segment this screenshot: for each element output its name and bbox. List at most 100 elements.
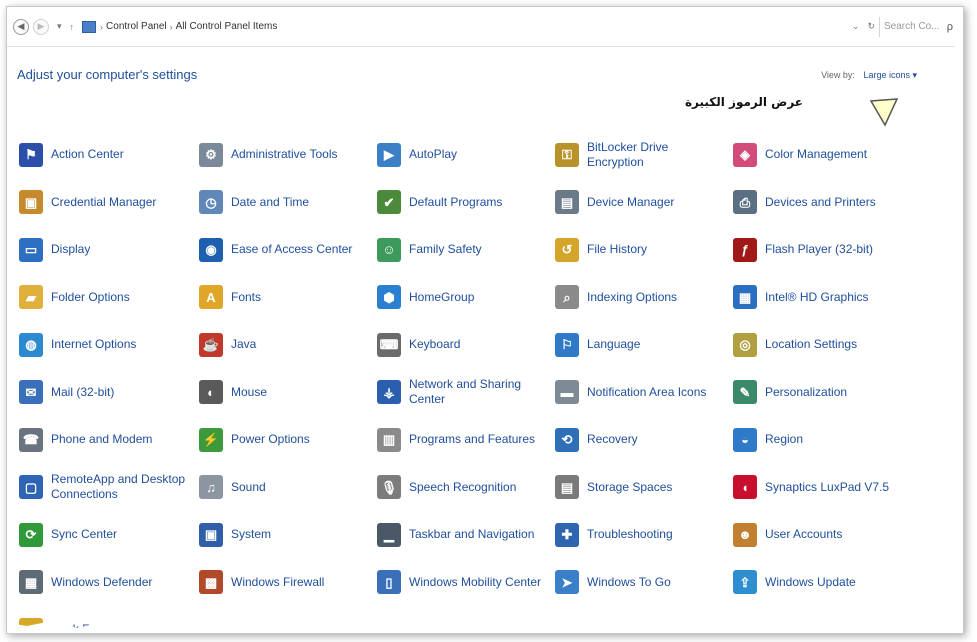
control-panel-item[interactable]: ▰ Folder Options (19, 274, 199, 322)
control-panel-icon (82, 20, 97, 33)
control-panel-item[interactable]: ☺ Family Safety (377, 226, 555, 274)
control-panel-item[interactable]: ▦ Intel® HD Graphics (733, 274, 923, 322)
control-panel-item[interactable]: ▶ AutoPlay (377, 131, 555, 179)
control-panel-item[interactable]: A Fonts (199, 274, 377, 322)
control-panel-item-label: AutoPlay (409, 147, 458, 162)
control-panel-item-label: Mail (32-bit) (51, 384, 115, 399)
control-panel-item[interactable]: ▭ Display (19, 226, 199, 274)
breadcrumb-all-items[interactable]: All Control Panel Items (176, 21, 278, 32)
phone-icon: ☎ (19, 427, 43, 452)
control-panel-item[interactable]: ↺ File History (555, 226, 733, 274)
control-panel-item-label: Troubleshooting (587, 527, 673, 542)
control-panel-item[interactable]: ◒ Region (733, 416, 923, 464)
control-panel-item-label: Ease of Access Center (231, 242, 353, 257)
fonts-icon: A (199, 285, 223, 310)
control-panel-item-label: Administrative Tools (231, 147, 338, 162)
control-panel-item[interactable]: ƒ Flash Player (32-bit) (733, 226, 923, 274)
control-panel-item[interactable]: ☻ User Accounts (733, 511, 923, 559)
control-panel-item-label: Power Options (231, 432, 310, 447)
control-panel-item[interactable]: ✚ Troubleshooting (555, 511, 733, 559)
view-by: View by: Large icons ▾ (821, 70, 917, 81)
control-panel-item[interactable]: ✎ Personalization (733, 369, 923, 417)
display-icon: ▭ (19, 237, 43, 262)
control-panel-item[interactable]: ☎ Phone and Modem (19, 416, 199, 464)
control-panel-item[interactable]: ✔ Default Programs (377, 179, 555, 227)
recent-locations-icon[interactable]: ▾ (57, 21, 62, 32)
sound-icon: ♫ (199, 475, 223, 500)
address-dropdown-icon[interactable]: ⌄ (852, 21, 860, 32)
folder-options-icon: ▰ (19, 285, 43, 310)
control-panel-item[interactable]: ⚙ Administrative Tools (199, 131, 377, 179)
clock-icon: ◷ (199, 190, 223, 215)
indexing-icon: ⌕ (555, 285, 579, 310)
control-panel-item[interactable]: ⚡ Power Options (199, 416, 377, 464)
control-panel-item-label: Sound (231, 479, 266, 494)
control-panel-item[interactable]: ▬ Notification Area Icons (555, 369, 733, 417)
control-panel-item-label: HomeGroup (409, 289, 475, 304)
control-panel-item[interactable]: ⚶ Network and Sharing Center (377, 369, 555, 417)
control-panel-item[interactable]: ⚑ Action Center (19, 131, 199, 179)
view-by-label: View by: (821, 70, 855, 80)
recovery-icon: ⟲ (555, 427, 579, 452)
control-panel-item[interactable]: ⇪ Windows Update (733, 559, 923, 607)
control-panel-item[interactable]: ⬢ HomeGroup (377, 274, 555, 322)
control-panel-item[interactable]: 🎙 Speech Recognition (377, 464, 555, 512)
control-panel-item[interactable]: ▤ Storage Spaces (555, 464, 733, 512)
control-panel-item[interactable]: ♫ Sound (199, 464, 377, 512)
control-panel-item[interactable]: ▯ Windows Mobility Center (377, 559, 555, 607)
control-panel-item[interactable]: ☕ Java (199, 321, 377, 369)
control-panel-item-label: Folder Options (51, 289, 130, 304)
device-manager-icon: ▤ (555, 190, 579, 215)
control-panel-item[interactable]: ◖ Synaptics LuxPad V7.5 (733, 464, 923, 512)
control-panel-item-label: Synaptics LuxPad V7.5 (765, 479, 890, 494)
control-panel-item[interactable]: ◷ Date and Time (199, 179, 377, 227)
defender-icon: ▦ (19, 570, 43, 595)
bitlocker-icon: ⚿ (555, 142, 579, 167)
forward-button[interactable]: ▶ (33, 18, 49, 35)
control-panel-item[interactable]: ▢ RemoteApp and Desktop Connections (19, 464, 199, 512)
control-panel-item-label: Language (587, 337, 641, 352)
control-panel-item[interactable]: ◐ Mouse (199, 369, 377, 417)
control-panel-item[interactable]: ▣ System (199, 511, 377, 559)
up-arrow-icon[interactable]: ↑ (70, 22, 75, 32)
view-by-dropdown[interactable]: Large icons ▾ (863, 70, 917, 80)
control-panel-item[interactable]: ▁ Taskbar and Navigation (377, 511, 555, 559)
search-input[interactable]: Search Co... ρ (879, 16, 957, 37)
control-panel-item[interactable]: ◍ Internet Options (19, 321, 199, 369)
control-panel-item[interactable]: ⎙ Devices and Printers (733, 179, 923, 227)
control-panel-item-label: Notification Area Icons (587, 384, 707, 399)
control-panel-item-label: RemoteApp and Desktop Connections (51, 472, 186, 502)
mail-icon: ✉ (19, 380, 43, 405)
control-panel-item[interactable]: ⌨ Keyboard (377, 321, 555, 369)
control-panel-item[interactable]: ⌕ Indexing Options (555, 274, 733, 322)
control-panel-item-label: Windows Defender (51, 574, 153, 589)
microphone-icon: 🎙 (377, 475, 401, 500)
control-panel-item[interactable]: ⚐ Language (555, 321, 733, 369)
control-panel-item[interactable]: ⟲ Recovery (555, 416, 733, 464)
control-panel-item-label: Color Management (765, 147, 868, 162)
control-panel-item-label: Keyboard (409, 337, 461, 352)
torn-edge-right (952, 7, 963, 633)
breadcrumb-control-panel[interactable]: Control Panel (106, 21, 167, 32)
keyboard-icon: ⌨ (377, 332, 401, 357)
control-panel-item[interactable]: ▦ Windows Defender (19, 559, 199, 607)
control-panel-item[interactable]: ▣ Credential Manager (19, 179, 199, 227)
control-panel-item[interactable]: ▩ Windows Firewall (199, 559, 377, 607)
control-panel-item[interactable]: ◉ Ease of Access Center (199, 226, 377, 274)
control-panel-item[interactable]: ⚿ BitLocker Drive Encryption (555, 131, 733, 179)
control-panel-item[interactable]: ◎ Location Settings (733, 321, 923, 369)
personalization-icon: ✎ (733, 380, 757, 405)
control-panel-item[interactable]: ▥ Programs and Features (377, 416, 555, 464)
mobility-icon: ▯ (377, 570, 401, 595)
control-panel-item[interactable]: ⟳ Sync Center (19, 511, 199, 559)
back-button[interactable]: ◀ (13, 18, 29, 35)
control-panel-item[interactable]: ◈ Color Management (733, 131, 923, 179)
control-panel-item-label: Windows To Go (587, 574, 671, 589)
control-panel-item[interactable]: ✉ Mail (32-bit) (19, 369, 199, 417)
breadcrumb-separator: › (100, 21, 104, 32)
control-panel-item[interactable]: ➤ Windows To Go (555, 559, 733, 607)
control-panel-item-label: Internet Options (51, 337, 137, 352)
control-panel-item[interactable]: ▤ Device Manager (555, 179, 733, 227)
refresh-icon[interactable]: ↻ (867, 21, 875, 32)
header-row: Adjust your computer's settings View by:… (7, 47, 963, 127)
